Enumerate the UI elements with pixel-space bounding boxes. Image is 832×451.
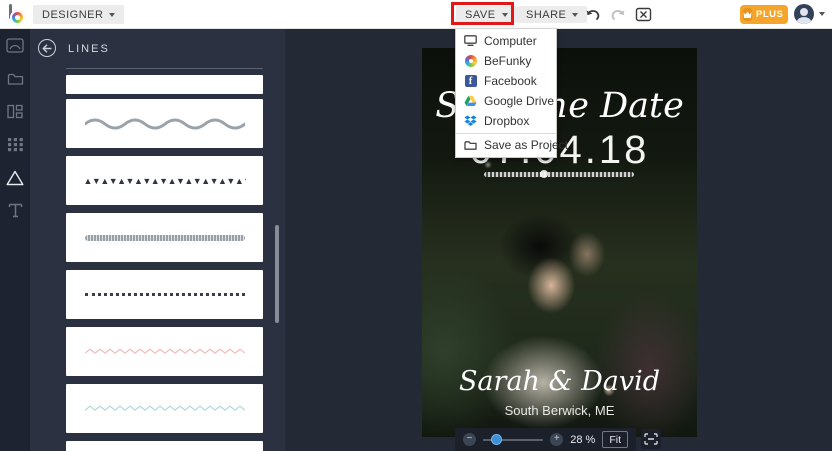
line-style-sliver-swatch[interactable] <box>66 441 263 451</box>
menu-item-label: Computer <box>484 34 537 48</box>
close-icon <box>635 7 651 22</box>
line-style-zigzag-swatch[interactable] <box>66 327 263 376</box>
line-style-zigzag-swatch[interactable] <box>66 384 263 433</box>
designer-menu-button[interactable]: DESIGNER <box>33 5 125 24</box>
canvas-workspace: Save the Date 07.04.18 Sarah & David Sou… <box>285 29 832 451</box>
redo-icon <box>611 9 625 20</box>
menu-item-label: Google Drive <box>484 94 555 108</box>
share-button[interactable]: SHARE <box>517 6 588 23</box>
zoom-level-value: 28 % <box>570 433 596 446</box>
top-toolbar: DESIGNER SAVE SHARE PLUS <box>0 0 832 29</box>
tools-sidebar <box>0 29 30 451</box>
line-style-chain-swatch[interactable] <box>66 213 263 262</box>
fit-button[interactable]: Fit <box>602 431 628 448</box>
panel-divider <box>66 68 263 69</box>
lines-panel: LINES ▲▼▲▼▲▼▲▼▲▼▲▼▲▼▲▼▲▼▲▼▲▼▲▼▲▼▲▼ <box>30 29 285 451</box>
account-chevron-down-icon[interactable] <box>819 12 825 16</box>
save-button[interactable]: SAVE <box>456 6 517 23</box>
crown-icon <box>743 8 752 21</box>
arrow-left-icon <box>42 43 52 53</box>
save-menu-item-facebook[interactable]: f Facebook <box>456 71 556 91</box>
zoom-in-button[interactable]: + <box>550 433 564 446</box>
chevron-down-icon <box>572 12 579 17</box>
save-menu-item-computer[interactable]: Computer <box>456 31 556 51</box>
menu-item-label: Facebook <box>484 74 537 88</box>
line-style-dots-swatch[interactable] <box>66 270 263 319</box>
undo-button[interactable] <box>583 5 603 24</box>
canvas-location-text[interactable]: South Berwick, ME <box>422 403 697 418</box>
befunky-designer-app: DESIGNER SAVE SHARE PLUS Computer BeFunk… <box>0 0 832 451</box>
undo-icon <box>586 9 600 20</box>
back-button[interactable] <box>38 39 56 57</box>
designer-label: DESIGNER <box>42 8 104 21</box>
sidebar-shapes-triangle-icon[interactable] <box>0 161 30 194</box>
plus-label: PLUS <box>756 9 784 20</box>
panel-title: LINES <box>68 43 110 55</box>
canvas-ornament-line[interactable] <box>484 170 634 178</box>
line-style-sliver-swatch[interactable] <box>66 75 263 94</box>
befunky-logo-icon[interactable] <box>9 4 31 25</box>
chevron-down-icon <box>109 12 116 17</box>
sidebar-layout-icon[interactable] <box>0 95 30 128</box>
save-label: SAVE <box>465 8 496 21</box>
zoom-slider[interactable] <box>483 434 544 445</box>
zoom-slider-thumb[interactable] <box>491 434 502 445</box>
sidebar-image-icon[interactable] <box>0 29 30 62</box>
computer-icon <box>464 35 477 48</box>
google-drive-icon <box>464 95 477 108</box>
sidebar-pattern-icon[interactable] <box>0 128 30 161</box>
plus-upgrade-button[interactable]: PLUS <box>740 5 788 24</box>
menu-item-label: Save as Project <box>484 138 569 152</box>
save-menu-item-befunky[interactable]: BeFunky <box>456 51 556 71</box>
save-menu-item-google-drive[interactable]: Google Drive <box>456 91 556 111</box>
chevron-down-icon <box>501 12 508 17</box>
zoom-toolbar: − + 28 % Fit <box>455 428 636 451</box>
save-menu-item-save-as-project[interactable]: Save as Project <box>456 133 568 155</box>
user-avatar[interactable] <box>794 4 814 24</box>
facebook-icon: f <box>464 75 477 88</box>
save-dropdown-menu: Computer BeFunky f Facebook Google Drive Drop… <box>455 29 568 158</box>
share-label: SHARE <box>526 8 567 21</box>
line-style-wave-swatch[interactable] <box>66 99 263 148</box>
folder-icon <box>464 139 477 152</box>
line-style-triangles-swatch[interactable]: ▲▼▲▼▲▼▲▼▲▼▲▼▲▼▲▼▲▼▲▼▲▼▲▼▲▼▲▼ <box>66 156 263 205</box>
zoom-out-button[interactable]: − <box>463 433 476 446</box>
line-styles-list: ▲▼▲▼▲▼▲▼▲▼▲▼▲▼▲▼▲▼▲▼▲▼▲▼▲▼▲▼ <box>66 75 263 451</box>
close-project-button[interactable] <box>633 5 653 24</box>
fullscreen-button[interactable] <box>641 429 661 449</box>
sidebar-folder-icon[interactable] <box>0 62 30 95</box>
sidebar-text-icon[interactable] <box>0 194 30 227</box>
menu-item-label: BeFunky <box>484 54 532 68</box>
panel-scrollbar[interactable] <box>275 225 279 323</box>
menu-item-label: Dropbox <box>484 114 530 128</box>
befunky-icon <box>464 55 477 68</box>
canvas-names-text[interactable]: Sarah & David <box>422 366 697 397</box>
fullscreen-icon <box>644 433 658 445</box>
redo-button[interactable] <box>608 5 628 24</box>
dropbox-icon <box>464 115 477 128</box>
save-menu-item-dropbox[interactable]: Dropbox <box>456 111 556 131</box>
